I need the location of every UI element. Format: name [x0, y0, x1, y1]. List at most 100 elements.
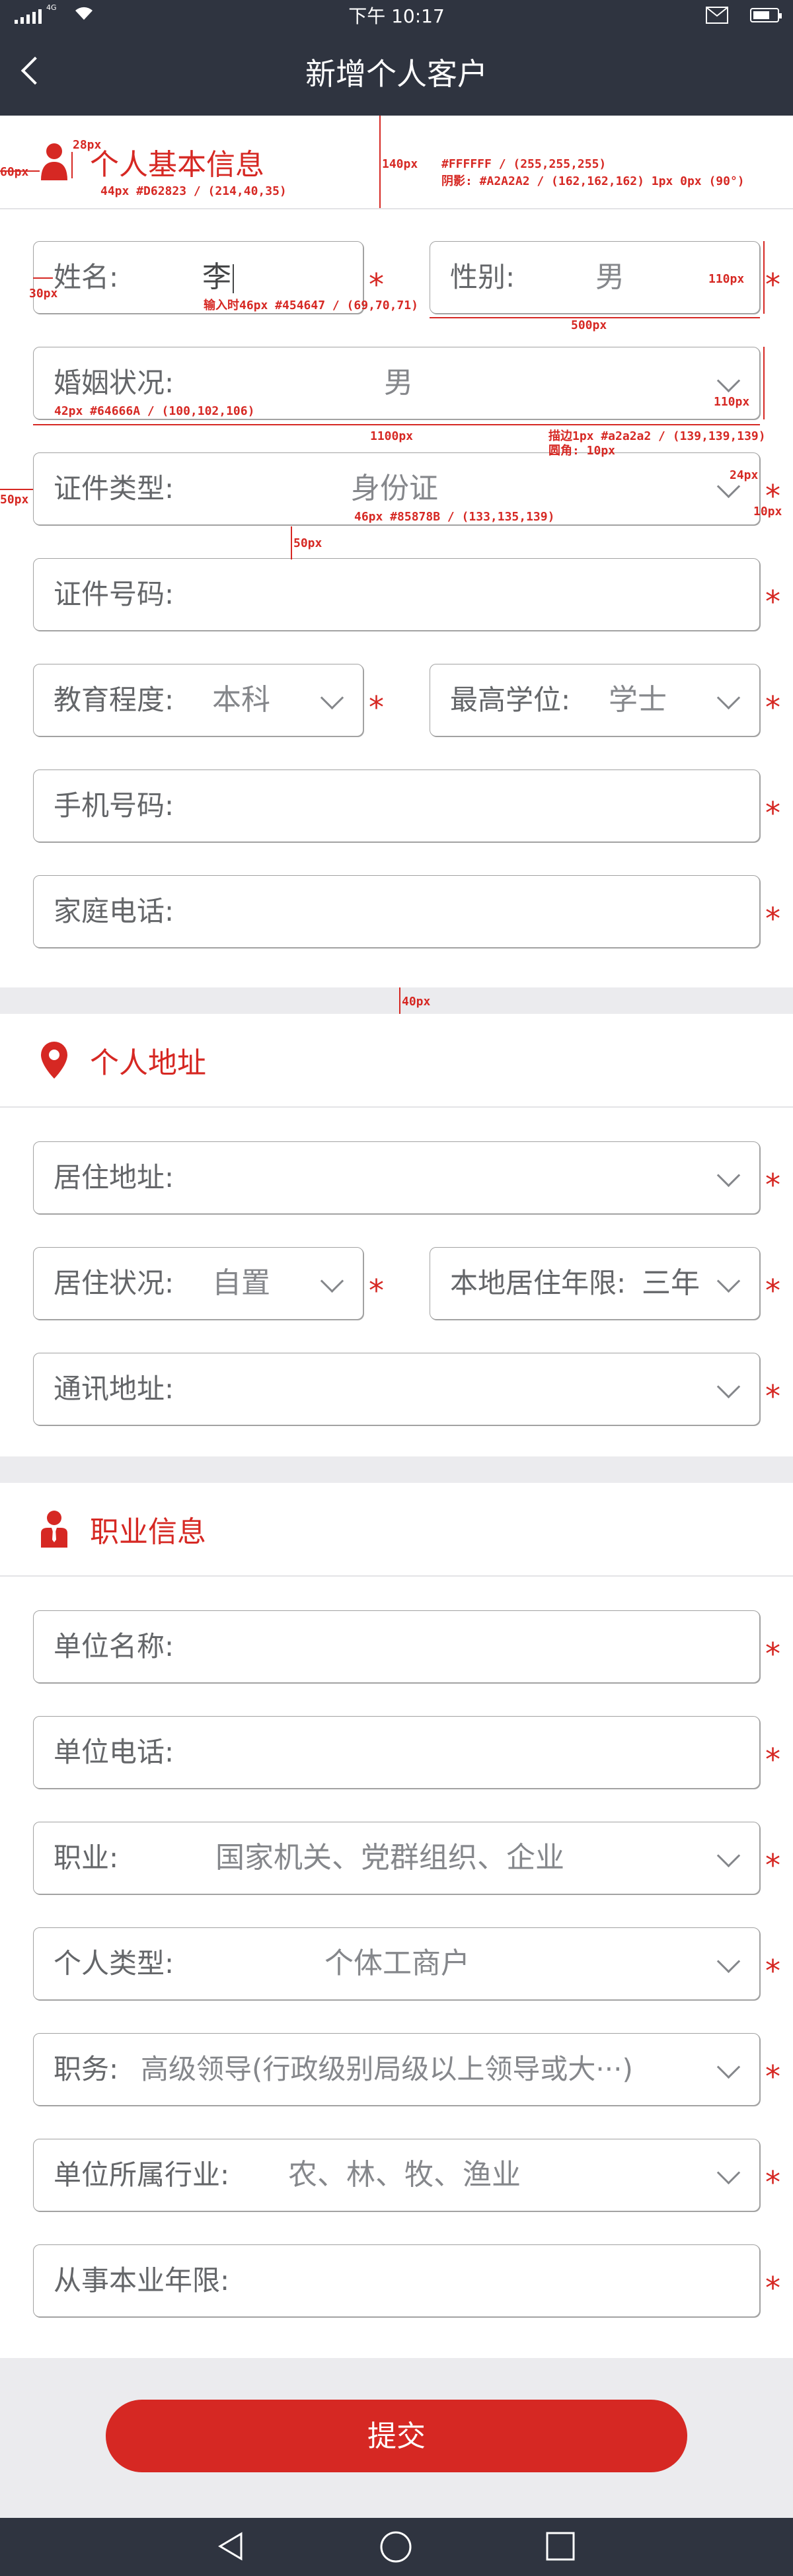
chevron-down-icon — [716, 2055, 741, 2079]
annotation-24px: 24px — [730, 468, 759, 482]
required-mark: * — [765, 2270, 780, 2306]
annotation-line — [0, 489, 33, 490]
chevron-down-icon — [716, 686, 741, 710]
section-title: 个人地址 — [90, 1046, 206, 1080]
location-pin-icon — [40, 1040, 69, 1080]
gender-value: 男 — [595, 260, 624, 294]
submit-button[interactable]: 提交 — [106, 2400, 687, 2472]
annotation-30px: 30px — [29, 287, 58, 301]
annotation-28px: 28px — [73, 138, 102, 152]
chevron-down-icon — [320, 1269, 344, 1293]
degree-select[interactable]: 最高学位: 学士 — [430, 664, 760, 736]
nav-home-icon[interactable] — [379, 2530, 413, 2567]
chevron-down-icon — [716, 1843, 741, 1868]
field-label: 居住状况: — [54, 1267, 174, 1299]
required-mark: * — [765, 584, 780, 620]
annotation-line — [33, 424, 760, 425]
annotation-40px: 40px — [402, 995, 431, 1009]
field-label: 姓名: — [54, 261, 119, 293]
divider — [0, 1106, 793, 1108]
annotation-140px: 140px — [382, 157, 418, 171]
nav-recent-icon[interactable] — [544, 2530, 577, 2565]
occupation-value: 国家机关、党群组织、企业 — [215, 1841, 564, 1875]
chevron-down-icon — [716, 1269, 741, 1293]
chevron-down-icon — [716, 2161, 741, 2185]
annotation-50px-b: 50px — [293, 536, 322, 550]
position-select[interactable]: 职务: 高级领导(行政级别局级以上领导或大···) — [33, 2033, 760, 2106]
mobile-field[interactable]: 手机号码: — [33, 769, 760, 842]
industry-value: 农、林、牧、渔业 — [288, 2158, 521, 2192]
years-in-industry-field[interactable]: 从事本业年限: — [33, 2244, 760, 2317]
field-label: 证件类型: — [54, 472, 174, 505]
required-mark: * — [765, 1273, 780, 1308]
annotation-line — [763, 347, 765, 419]
mail-address-select[interactable]: 通讯地址: — [33, 1353, 760, 1425]
required-mark: * — [765, 1636, 780, 1672]
annotation-50px: 50px — [0, 493, 29, 507]
worker-icon — [40, 1509, 69, 1549]
status-bar: 4G 下午 10:17 — [0, 0, 793, 33]
annotation-radius: 圆角: 10px — [548, 444, 616, 458]
annotation-line — [763, 241, 765, 314]
section-title: 个人基本信息 — [90, 148, 264, 182]
annotation-60px: 60px — [0, 165, 29, 179]
annotation-line — [33, 277, 53, 279]
personal-type-select[interactable]: 个人类型: 个体工商户 — [33, 1927, 760, 2000]
home-phone-field[interactable]: 家庭电话: — [33, 875, 760, 948]
chevron-down-icon — [716, 1949, 741, 1974]
required-mark: * — [765, 1167, 780, 1203]
occupation-select[interactable]: 职业: 国家机关、党群组织、企业 — [33, 1822, 760, 1894]
section-gap — [0, 1456, 793, 1483]
required-mark: * — [369, 690, 384, 725]
company-phone-field[interactable]: 单位电话: — [33, 1716, 760, 1789]
required-mark: * — [765, 795, 780, 831]
annotation-110px-b: 110px — [714, 395, 750, 409]
battery-icon — [750, 8, 782, 22]
field-label: 教育程度: — [54, 684, 174, 716]
required-mark: * — [369, 267, 384, 303]
field-label: 单位所属行业: — [54, 2159, 230, 2191]
field-label: 通讯地址: — [54, 1373, 174, 1405]
chevron-down-icon — [716, 369, 741, 393]
annotation-10px: 10px — [753, 505, 782, 519]
field-label: 职业: — [54, 1842, 119, 1874]
page-title: 新增个人客户 — [305, 56, 488, 92]
required-mark: * — [765, 690, 780, 725]
residence-status-select[interactable]: 居住状况: 自置 — [33, 1247, 363, 1320]
annotation-shadow: 阴影: #A2A2A2 / (162,162,162) 1px 0px (90°… — [441, 174, 745, 188]
required-mark: * — [765, 901, 780, 937]
field-label: 从事本业年限: — [54, 2264, 230, 2297]
required-mark: * — [765, 1847, 780, 1883]
residence-status-value: 自置 — [212, 1266, 270, 1300]
residence-address-select[interactable]: 居住地址: — [33, 1141, 760, 1214]
local-years-select[interactable]: 本地居住年限: 三年 — [430, 1247, 760, 1320]
annotation-line — [291, 526, 292, 559]
field-label: 单位电话: — [54, 1736, 174, 1768]
divider — [0, 208, 793, 209]
field-label: 家庭电话: — [54, 895, 174, 927]
company-name-field[interactable]: 单位名称: — [33, 1610, 760, 1683]
industry-select[interactable]: 单位所属行业: 农、林、牧、渔业 — [33, 2139, 760, 2211]
personal-type-value: 个体工商户 — [324, 1947, 470, 1980]
field-label: 单位名称: — [54, 1630, 174, 1663]
id-number-field[interactable]: 证件号码: — [33, 558, 760, 631]
field-label: 个人类型: — [54, 1947, 174, 1980]
status-time: 下午 10:17 — [348, 5, 445, 27]
person-icon — [40, 142, 69, 182]
annotation-border: 描边1px #a2a2a2 / (139,139,139) — [548, 429, 766, 443]
header: 新增个人客户 — [0, 33, 793, 116]
divider — [0, 1575, 793, 1577]
field-label: 手机号码: — [54, 789, 174, 822]
required-mark: * — [765, 1378, 780, 1414]
required-mark: * — [765, 1953, 780, 1989]
annotation-value-style: 46px #85878B / (133,135,139) — [354, 510, 555, 524]
nav-back-icon[interactable] — [215, 2530, 248, 2565]
field-label: 居住地址: — [54, 1161, 174, 1194]
local-years-value: 三年 — [642, 1266, 700, 1300]
annotation-line — [379, 116, 381, 208]
marital-value: 男 — [384, 366, 413, 400]
education-select[interactable]: 教育程度: 本科 — [33, 664, 363, 736]
annotation-1100px: 1100px — [370, 429, 414, 443]
required-mark: * — [369, 1273, 384, 1308]
required-mark: * — [765, 267, 780, 303]
